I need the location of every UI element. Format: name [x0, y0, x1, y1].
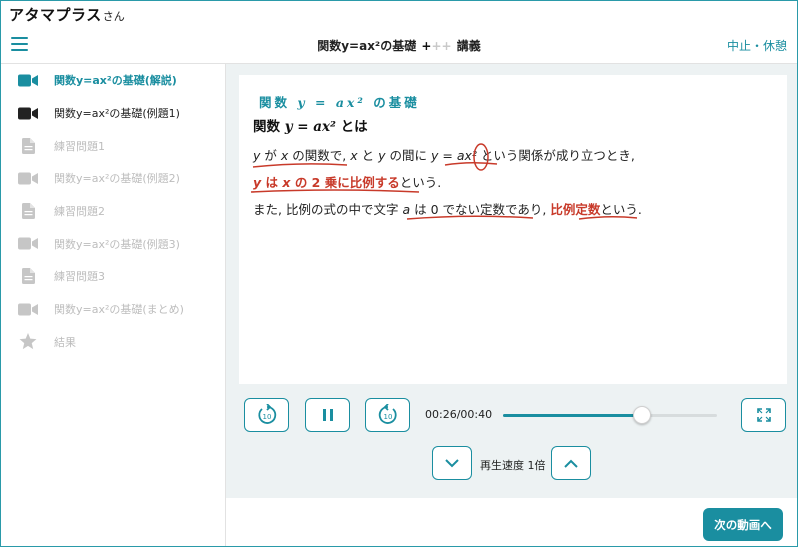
current-time: 00:26 [425, 408, 457, 421]
forward-icon: 10 [378, 404, 397, 424]
rewind-icon: 10 [257, 404, 276, 424]
document-icon [18, 268, 38, 285]
top-bar: 関数y=ax²の基礎 +++ 講義 中止・休憩 [1, 27, 797, 64]
sidebar-item-label: 関数y=ax²の基礎(解説) [54, 74, 177, 88]
sidebar-item-practice-2[interactable]: 練習問題2 [1, 195, 225, 228]
rewind-10-button[interactable]: 10 [244, 398, 289, 432]
time-readout: 00:26/00:40 [425, 408, 493, 421]
sidebar-item-label: 関数y=ax²の基礎(まとめ) [54, 303, 184, 317]
mode-label: 講義 [456, 39, 481, 53]
heading-formula: y = ax² [297, 95, 366, 110]
seek-handle[interactable] [633, 406, 652, 424]
lecture-line-1: y が x の関数で, x と y の間に y = ax² という関係が成り立つ… [253, 148, 635, 163]
document-icon [18, 137, 38, 154]
line1-formula: y = ax² [431, 148, 477, 163]
player-area: 関数 y = ax² の基礎 関数 y = ax² とは y が x の関数で,… [226, 64, 797, 498]
sidebar-item-label: 練習問題1 [54, 139, 105, 153]
video-camera-icon [18, 237, 38, 251]
sidebar-item-example-1[interactable]: 関数y=ax²の基礎(例題1) [1, 97, 225, 130]
video-camera-icon [18, 106, 38, 120]
highlight-constant: 比例定数 [550, 202, 601, 217]
speed-up-button[interactable] [551, 446, 591, 480]
next-video-button[interactable]: 次の動画へ [703, 508, 783, 541]
speed-down-button[interactable] [432, 446, 472, 480]
chevron-up-icon [564, 459, 578, 468]
playback-speed-label: 再生速度 1倍 [480, 459, 546, 472]
svg-text:10: 10 [383, 413, 392, 421]
fullscreen-button[interactable] [741, 398, 786, 432]
subheading-formula: y = ax² [284, 119, 336, 135]
video-camera-icon [18, 73, 38, 87]
seek-progress [503, 414, 643, 417]
star-icon [18, 333, 38, 350]
brand-suffix: さん [102, 9, 125, 23]
lecture-line-3: また, 比例の式の中で文字 a は 0 でない定数であり, 比例定数という. [253, 202, 642, 217]
svg-text:10: 10 [262, 413, 271, 421]
sidebar-item-label: 練習問題3 [54, 270, 105, 284]
sidebar-item-label: 関数y=ax²の基礎(例題3) [54, 237, 180, 251]
app-bar: アタマプラス さん [1, 1, 797, 27]
seek-bar[interactable] [503, 406, 717, 424]
sidebar-item-label: 結果 [54, 335, 76, 349]
sidebar-item-summary[interactable]: 関数y=ax²の基礎(まとめ) [1, 293, 225, 326]
video-camera-icon [18, 171, 38, 185]
video-camera-icon [18, 302, 38, 316]
sidebar-item-example-3[interactable]: 関数y=ax²の基礎(例題3) [1, 227, 225, 260]
fullscreen-icon [756, 408, 771, 422]
lesson-sidebar: 関数y=ax²の基礎(解説) 関数y=ax²の基礎(例題1) 練習問題1 関数y… [1, 64, 226, 546]
sidebar-item-label: 関数y=ax²の基礎(例題2) [54, 172, 180, 186]
lecture-line-2: y は x の 2 乗に比例するという. [253, 175, 442, 190]
unit-title: 関数y=ax²の基礎 [317, 39, 417, 53]
plus-marks: +++ [421, 39, 452, 53]
sidebar-item-practice-3[interactable]: 練習問題3 [1, 260, 225, 293]
lecture-video[interactable]: 関数 y = ax² の基礎 関数 y = ax² とは y が x の関数で,… [239, 75, 787, 384]
sidebar-item-results[interactable]: 結果 [1, 326, 225, 359]
forward-10-button[interactable]: 10 [365, 398, 410, 432]
highlight-proportional: y は x の 2 乗に比例する [253, 175, 400, 190]
page-title: 関数y=ax²の基礎 +++ 講義 [1, 37, 797, 54]
total-time: 00:40 [460, 408, 493, 421]
sidebar-item-practice-1[interactable]: 練習問題1 [1, 129, 225, 162]
app-frame: アタマプラス さん 関数y=ax²の基礎 +++ 講義 中止・休憩 関数y=ax²… [0, 0, 798, 547]
sidebar-item-label: 練習問題2 [54, 205, 105, 219]
pause-icon [322, 409, 333, 421]
sidebar-item-example-2[interactable]: 関数y=ax²の基礎(例題2) [1, 162, 225, 195]
pause-button[interactable] [305, 398, 350, 432]
document-icon [18, 203, 38, 220]
lecture-subheading: 関数 y = ax² とは [253, 119, 368, 135]
pause-rest-link[interactable]: 中止・休憩 [727, 37, 787, 54]
brand-name: アタマプラス [9, 5, 102, 24]
sidebar-item-lecture[interactable]: 関数y=ax²の基礎(解説) [1, 64, 225, 97]
sidebar-item-label: 関数y=ax²の基礎(例題1) [54, 107, 180, 121]
lecture-heading: 関数 y = ax² の基礎 [259, 95, 420, 110]
chevron-down-icon [445, 458, 459, 467]
